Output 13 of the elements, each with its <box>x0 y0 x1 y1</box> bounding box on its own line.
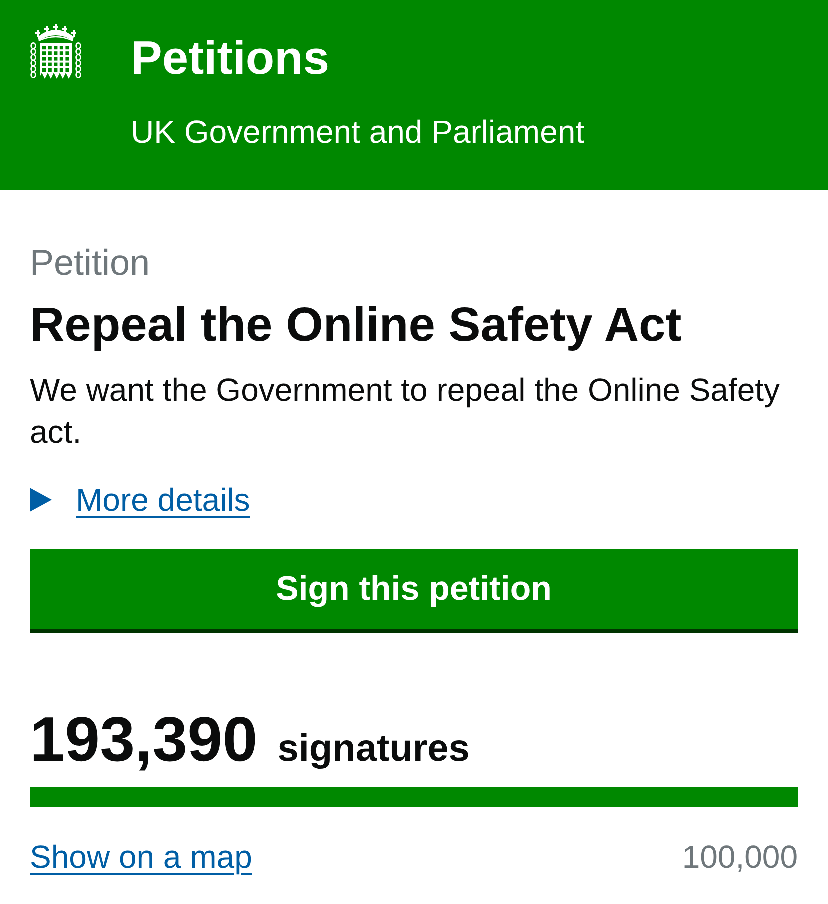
show-on-map-link[interactable]: Show on a map <box>30 838 252 876</box>
signature-count: 193,390 <box>30 707 258 773</box>
more-details-link[interactable]: More details <box>76 481 250 519</box>
signatures-label: signatures <box>278 727 470 771</box>
sign-petition-button[interactable]: Sign this petition <box>30 549 798 633</box>
site-subtitle: UK Government and Parliament <box>131 113 585 151</box>
petition-description: We want the Government to repeal the Online Safety act. <box>30 371 782 452</box>
portcullis-icon <box>30 24 82 80</box>
site-title: Petitions <box>131 32 330 84</box>
petition-title: Repeal the Online Safety Act <box>30 300 683 352</box>
petition-label: Petition <box>30 243 152 283</box>
caret-right-icon[interactable] <box>30 488 52 512</box>
signature-threshold: 100,000 <box>682 838 798 876</box>
